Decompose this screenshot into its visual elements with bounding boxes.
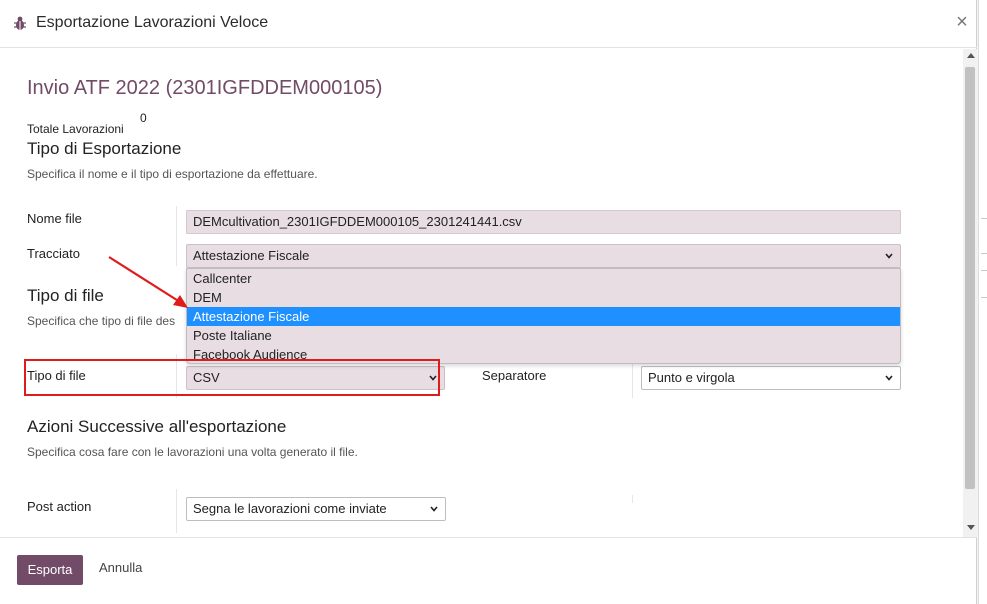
- section-title-tipo-esportazione: Tipo di Esportazione: [27, 139, 182, 158]
- background-tick: [981, 297, 987, 298]
- export-heading: Invio ATF 2022 (2301IGFDDEM000105): [27, 77, 383, 99]
- scrollbar-thumb[interactable]: [965, 67, 975, 489]
- background-tick: [981, 253, 987, 254]
- section-desc-tipo-esportazione: Specifica il nome e il tipo di esportazi…: [27, 167, 318, 181]
- totale-lavorazioni-value: 0: [140, 111, 147, 125]
- tracciato-selected-value: Attestazione Fiscale: [193, 248, 310, 263]
- background-tick: [981, 218, 987, 219]
- bug-icon: [14, 16, 26, 30]
- modal-footer: Esporta Annulla: [0, 537, 977, 604]
- tracciato-dropdown-list: Callcenter DEM Attestazione Fiscale Post…: [186, 268, 901, 364]
- annotation-highlight-box: [24, 359, 440, 396]
- cancel-button[interactable]: Annulla: [99, 560, 142, 575]
- tracciato-option-selected[interactable]: Attestazione Fiscale: [187, 307, 900, 326]
- separatore-label: Separatore: [482, 368, 547, 383]
- field-divider: [176, 489, 177, 533]
- section-desc-azioni: Specifica cosa fare con le lavorazioni u…: [27, 445, 358, 459]
- tracciato-option[interactable]: Poste Italiane: [187, 326, 900, 345]
- field-divider: [632, 495, 633, 503]
- scroll-up-icon[interactable]: [967, 53, 975, 58]
- background-tick: [981, 270, 987, 271]
- modal-title: Esportazione Lavorazioni Veloce: [36, 14, 269, 31]
- modal-scrollbar[interactable]: [963, 49, 977, 537]
- nome-file-label: Nome file: [27, 211, 82, 226]
- background-page-strip: [978, 0, 987, 604]
- close-icon[interactable]: ×: [952, 12, 972, 32]
- post-action-label: Post action: [27, 499, 92, 514]
- section-desc-tipo-file: Specifica che tipo di file des: [27, 314, 176, 328]
- separatore-select[interactable]: Punto e virgola: [641, 366, 901, 390]
- scroll-down-icon[interactable]: [967, 525, 975, 530]
- tracciato-select[interactable]: Attestazione Fiscale: [186, 244, 901, 268]
- section-title-tipo-file: Tipo di file: [27, 286, 104, 305]
- nome-file-input[interactable]: DEMcultivation_2301IGFDDEM000105_2301241…: [186, 210, 901, 234]
- export-button[interactable]: Esporta: [17, 555, 83, 585]
- post-action-select[interactable]: Segna le lavorazioni come inviate: [186, 497, 446, 521]
- section-title-azioni: Azioni Successive all'esportazione: [27, 417, 287, 436]
- separatore-selected-value: Punto e virgola: [648, 370, 735, 385]
- annotation-arrow-icon: [108, 256, 188, 308]
- tracciato-option[interactable]: DEM: [187, 288, 900, 307]
- tracciato-option[interactable]: Callcenter: [187, 269, 900, 288]
- chevron-down-icon: [430, 506, 438, 512]
- chevron-down-icon: [885, 375, 893, 381]
- chevron-down-icon: [885, 253, 893, 259]
- post-action-selected-value: Segna le lavorazioni come inviate: [193, 501, 387, 516]
- modal-header: Esportazione Lavorazioni Veloce ×: [0, 0, 977, 48]
- tracciato-label: Tracciato: [27, 246, 80, 261]
- totale-lavorazioni-label: Totale Lavorazioni: [27, 122, 124, 136]
